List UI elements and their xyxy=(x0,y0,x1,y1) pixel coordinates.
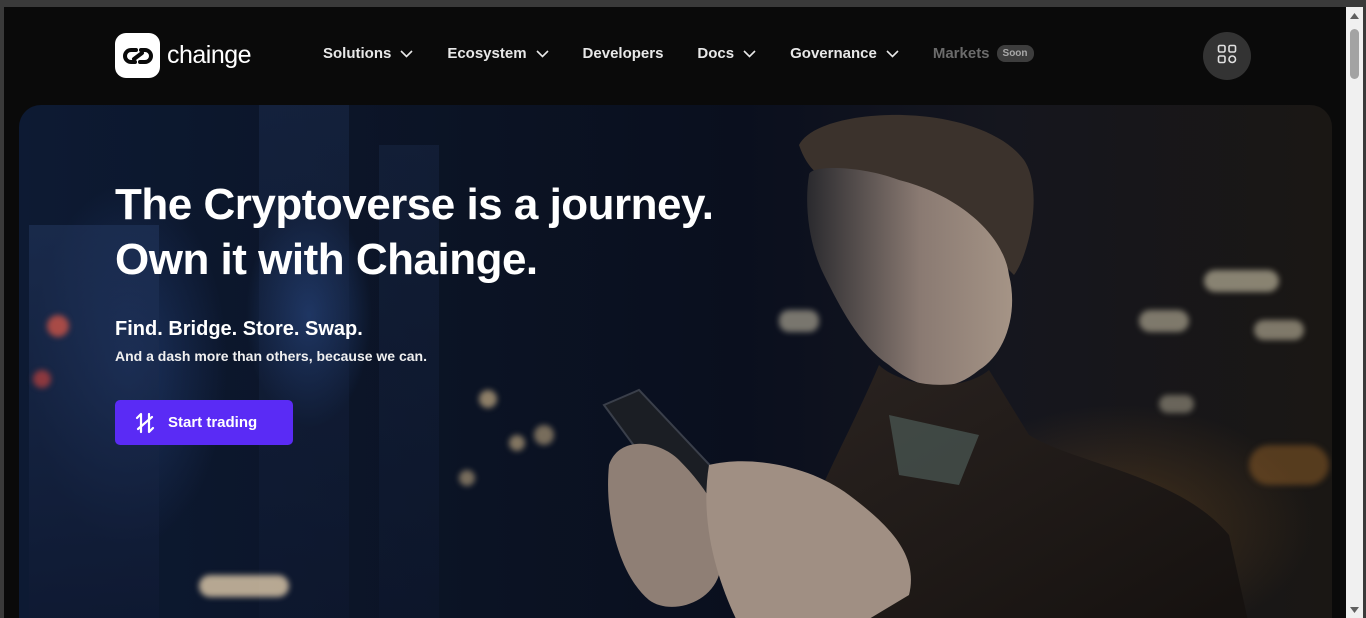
nav-label: Governance xyxy=(790,45,877,62)
nav-solutions[interactable]: Solutions xyxy=(323,45,413,62)
apps-menu-button[interactable] xyxy=(1203,32,1251,80)
page-scrollbar[interactable] xyxy=(1346,7,1363,618)
brand-name: chainge xyxy=(167,41,252,69)
browser-viewport: chainge Solutions Ecosystem Developers D… xyxy=(4,7,1346,618)
nav-label: Developers xyxy=(582,45,664,62)
nav-docs[interactable]: Docs xyxy=(697,45,756,62)
nav-label: Ecosystem xyxy=(447,45,527,62)
headline-line: Own it with Chainge. xyxy=(115,235,538,284)
nav-developers[interactable]: Developers xyxy=(583,45,664,62)
chainge-logo-icon xyxy=(115,33,160,78)
scroll-up-arrow-icon[interactable] xyxy=(1346,7,1363,24)
main-nav: Solutions Ecosystem Developers Docs Gove… xyxy=(323,45,1034,62)
soon-badge: Soon xyxy=(996,45,1034,62)
brand-logo[interactable]: chainge xyxy=(115,33,252,78)
hero-section: The Cryptoverse is a journey. Own it wit… xyxy=(19,105,1332,618)
cta-label: Start trading xyxy=(168,414,258,431)
chainge-swap-icon xyxy=(134,412,156,434)
scroll-down-arrow-icon[interactable] xyxy=(1346,601,1363,618)
headline-line: The Cryptoverse is a journey. xyxy=(115,180,714,229)
hero-subhead: Find. Bridge. Store. Swap. xyxy=(115,318,363,340)
nav-ecosystem[interactable]: Ecosystem xyxy=(447,45,549,62)
site-header: chainge Solutions Ecosystem Developers D… xyxy=(4,7,1346,105)
start-trading-button[interactable]: Start trading xyxy=(115,400,293,445)
chevron-down-icon xyxy=(535,49,549,58)
nav-label: Markets xyxy=(932,45,990,62)
nav-markets: Markets Soon xyxy=(933,45,1034,62)
hero-headline: The Cryptoverse is a journey. Own it wit… xyxy=(115,177,714,287)
chevron-down-icon xyxy=(886,49,899,58)
chevron-down-icon xyxy=(400,49,413,58)
grid-icon xyxy=(1217,44,1237,69)
nav-label: Solutions xyxy=(323,45,392,62)
nav-label: Docs xyxy=(697,45,735,62)
chevron-down-icon xyxy=(743,49,756,58)
hero-tagline: And a dash more than others, because we … xyxy=(115,348,427,364)
scrollbar-thumb[interactable] xyxy=(1350,29,1359,79)
nav-governance[interactable]: Governance xyxy=(790,45,899,62)
